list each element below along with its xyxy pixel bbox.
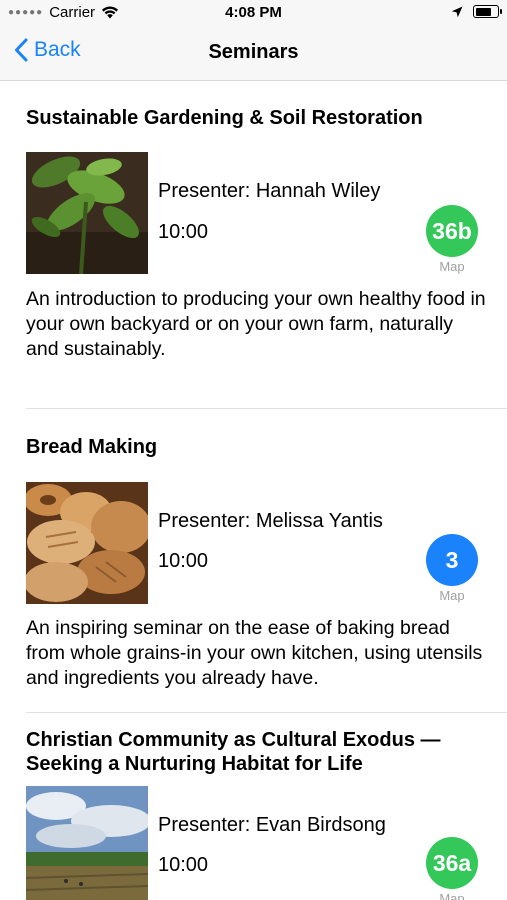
seminar-time: 10:00 <box>158 854 209 876</box>
divider <box>26 408 507 409</box>
clock: 4:08 PM <box>225 4 282 21</box>
seminar-image-gardening <box>26 152 148 274</box>
navigation-bar: Back Seminars <box>0 26 507 81</box>
page-title: Seminars <box>208 41 299 63</box>
map-location-button[interactable]: 36a <box>426 837 478 889</box>
map-label: Map <box>439 891 465 900</box>
seminar-item[interactable]: Christian Community as Cultural Exodus —… <box>0 714 507 900</box>
seminar-time: 10:00 <box>158 221 209 243</box>
seminar-item[interactable]: Bread Making Presenter: Melissa Yantis 1… <box>0 410 507 714</box>
status-right <box>451 5 502 18</box>
seminar-title: Sustainable Gardening & Soil Restoration <box>26 107 423 129</box>
presenter-name: Presenter: Hannah Wiley <box>158 180 381 202</box>
status-bar: ●●●●● Carrier 4:08 PM <box>0 0 507 26</box>
map-label: Map <box>439 259 465 274</box>
seminar-description: An inspiring seminar on the ease of baki… <box>26 617 483 689</box>
battery-icon <box>473 5 502 18</box>
map-location-button[interactable]: 36b <box>426 205 478 257</box>
seminar-image-bread <box>26 482 148 604</box>
map-label: Map <box>439 588 465 603</box>
battery-fill <box>475 7 491 16</box>
seminar-title: Christian Community as Cultural Exodus —… <box>26 729 441 775</box>
seminar-description: An introduction to producing your own he… <box>26 288 486 360</box>
seminar-item[interactable]: Sustainable Gardening & Soil Restoration… <box>0 80 507 410</box>
presenter-name: Presenter: Melissa Yantis <box>158 510 383 532</box>
seminar-title: Bread Making <box>26 436 158 458</box>
seminar-image-community <box>26 786 148 900</box>
location-arrow-icon <box>451 6 463 17</box>
divider <box>26 712 507 713</box>
map-location-button[interactable]: 3 <box>426 534 478 586</box>
seminar-time: 10:00 <box>158 550 209 572</box>
presenter-name: Presenter: Evan Birdsong <box>158 814 386 836</box>
